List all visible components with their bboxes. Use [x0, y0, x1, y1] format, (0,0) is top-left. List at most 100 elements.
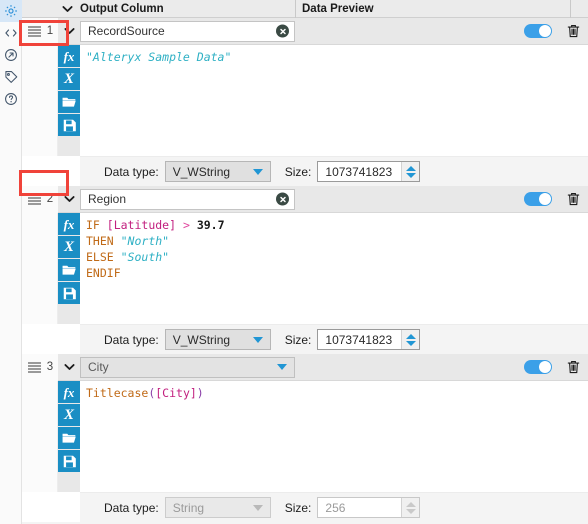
- row-gutter: [22, 213, 58, 324]
- row-collapse-chevron[interactable]: [58, 186, 80, 213]
- spinner-up-icon: [405, 501, 416, 507]
- share-icon[interactable]: [0, 44, 22, 66]
- variable-icon[interactable]: X: [58, 68, 80, 90]
- formula-token: "South": [120, 250, 170, 264]
- folder-open-icon[interactable]: [58, 427, 80, 449]
- spinner-down-icon[interactable]: [405, 172, 416, 178]
- output-column-input[interactable]: Region: [80, 188, 295, 210]
- size-spinner[interactable]: [401, 330, 420, 349]
- spinner-up-icon[interactable]: [405, 165, 416, 171]
- formula-token: "Alteryx Sample Data": [86, 50, 232, 64]
- drag-handle-icon[interactable]: [28, 25, 41, 37]
- toggle-knob: [539, 193, 551, 205]
- size-input[interactable]: 1073741823: [318, 162, 402, 181]
- formula-line: IF [Latitude] > 39.7: [86, 217, 582, 233]
- size-stepper[interactable]: 1073741823: [317, 329, 421, 350]
- formula-editor[interactable]: Titlecase([City]): [80, 381, 588, 401]
- formula-token: ): [196, 386, 204, 400]
- size-input: 256: [318, 498, 402, 517]
- chevron-down-icon: [277, 364, 287, 370]
- output-column-select[interactable]: City: [80, 356, 295, 378]
- chevron-down-icon: [252, 168, 263, 175]
- formula-token: Titlecase: [86, 386, 149, 400]
- output-column-value: RecordSource: [88, 24, 165, 38]
- delete-row-icon[interactable]: [562, 354, 584, 381]
- delete-row-icon[interactable]: [562, 18, 584, 45]
- delete-row-icon[interactable]: [562, 186, 584, 213]
- formula-token: ELSE: [86, 250, 121, 264]
- size-label: Size:: [284, 500, 312, 515]
- folder-open-icon[interactable]: [58, 91, 80, 113]
- formula-row: 3 City fx X Titlecase([City]) Data type:…: [22, 353, 588, 522]
- variable-icon[interactable]: X: [58, 404, 80, 426]
- formula-row: 2 Region fx X IF [Latitude] > 39.7 THEN …: [22, 185, 588, 354]
- toggle-knob: [539, 25, 551, 37]
- output-column-value: Region: [88, 192, 127, 206]
- formula-line: ENDIF: [86, 265, 582, 281]
- clear-icon[interactable]: [276, 192, 289, 206]
- row-number: 2: [46, 193, 54, 205]
- data-type-select[interactable]: V_WString: [164, 161, 271, 182]
- function-icon[interactable]: fx: [58, 213, 80, 235]
- formula-toolbar: fx X: [58, 381, 80, 492]
- size-label: Size:: [284, 164, 312, 179]
- row-number: 3: [46, 361, 54, 373]
- data-type-label: Data type:: [104, 500, 159, 515]
- toggle-knob: [539, 361, 551, 373]
- row-enable-toggle[interactable]: [524, 192, 552, 206]
- header-collapse-all-chevron[interactable]: [57, 0, 77, 17]
- formula-token: IF: [86, 218, 107, 232]
- row-gutter: [22, 45, 58, 156]
- output-column-input[interactable]: RecordSource: [80, 20, 295, 42]
- formula-line: Titlecase([City]): [86, 385, 582, 401]
- data-type-label: Data type:: [104, 164, 159, 179]
- row-body: fx X IF [Latitude] > 39.7 THEN "North" ELS…: [22, 213, 588, 324]
- row-drag-area[interactable]: 1: [22, 17, 58, 45]
- formula-token: 39.7: [196, 218, 225, 232]
- row-collapse-chevron[interactable]: [58, 354, 80, 381]
- row-body: fx X Titlecase([City]): [22, 381, 588, 492]
- clear-icon[interactable]: [276, 24, 289, 38]
- row-header: 1 RecordSource: [22, 17, 588, 45]
- size-stepper[interactable]: 1073741823: [317, 161, 421, 182]
- floppy-disk-icon[interactable]: [58, 282, 80, 304]
- formula-line: ELSE "South": [86, 249, 582, 265]
- row-enable-toggle[interactable]: [524, 24, 552, 38]
- data-type-select[interactable]: V_WString: [164, 329, 271, 350]
- gear-icon[interactable]: [0, 0, 22, 22]
- row-datatype-bar: Data type: V_WString Size: 1073741823: [80, 324, 588, 354]
- size-spinner[interactable]: [401, 162, 420, 181]
- header-output-column: Output Column: [80, 2, 164, 15]
- row-drag-area[interactable]: 3: [22, 353, 58, 381]
- spinner-down-icon[interactable]: [405, 340, 416, 346]
- spinner-up-icon[interactable]: [405, 333, 416, 339]
- formula-toolbar: fx X: [58, 45, 80, 156]
- spinner-down-icon: [405, 508, 416, 514]
- size-spinner: [401, 498, 420, 517]
- folder-open-icon[interactable]: [58, 259, 80, 281]
- size-input[interactable]: 1073741823: [318, 330, 402, 349]
- row-datatype-bar: Data type: String Size: 256: [80, 492, 588, 522]
- drag-handle-icon[interactable]: [28, 193, 41, 205]
- formula-line: "Alteryx Sample Data": [86, 50, 231, 64]
- row-collapse-chevron[interactable]: [58, 18, 80, 45]
- floppy-disk-icon[interactable]: [58, 450, 80, 472]
- configuration-panel: Output Column Data Preview 1 RecordSourc…: [22, 0, 588, 524]
- function-icon[interactable]: fx: [58, 381, 80, 403]
- variable-icon[interactable]: X: [58, 236, 80, 258]
- tag-icon[interactable]: [0, 66, 22, 88]
- row-enable-toggle[interactable]: [524, 360, 552, 374]
- row-header: 3 City: [22, 353, 588, 381]
- formula-editor[interactable]: IF [Latitude] > 39.7 THEN "North" ELSE "So…: [80, 213, 588, 281]
- formula-line: THEN "North": [86, 233, 582, 249]
- size-stepper: 256: [317, 497, 421, 518]
- row-drag-area[interactable]: 2: [22, 185, 58, 213]
- help-icon[interactable]: [0, 88, 22, 110]
- data-type-value: V_WString: [172, 164, 231, 179]
- row-datatype-bar: Data type: V_WString Size: 1073741823: [80, 156, 588, 186]
- code-icon[interactable]: [0, 22, 22, 44]
- floppy-disk-icon[interactable]: [58, 114, 80, 136]
- function-icon[interactable]: fx: [58, 45, 80, 67]
- drag-handle-icon[interactable]: [28, 361, 41, 373]
- formula-editor[interactable]: "Alteryx Sample Data": [80, 45, 588, 65]
